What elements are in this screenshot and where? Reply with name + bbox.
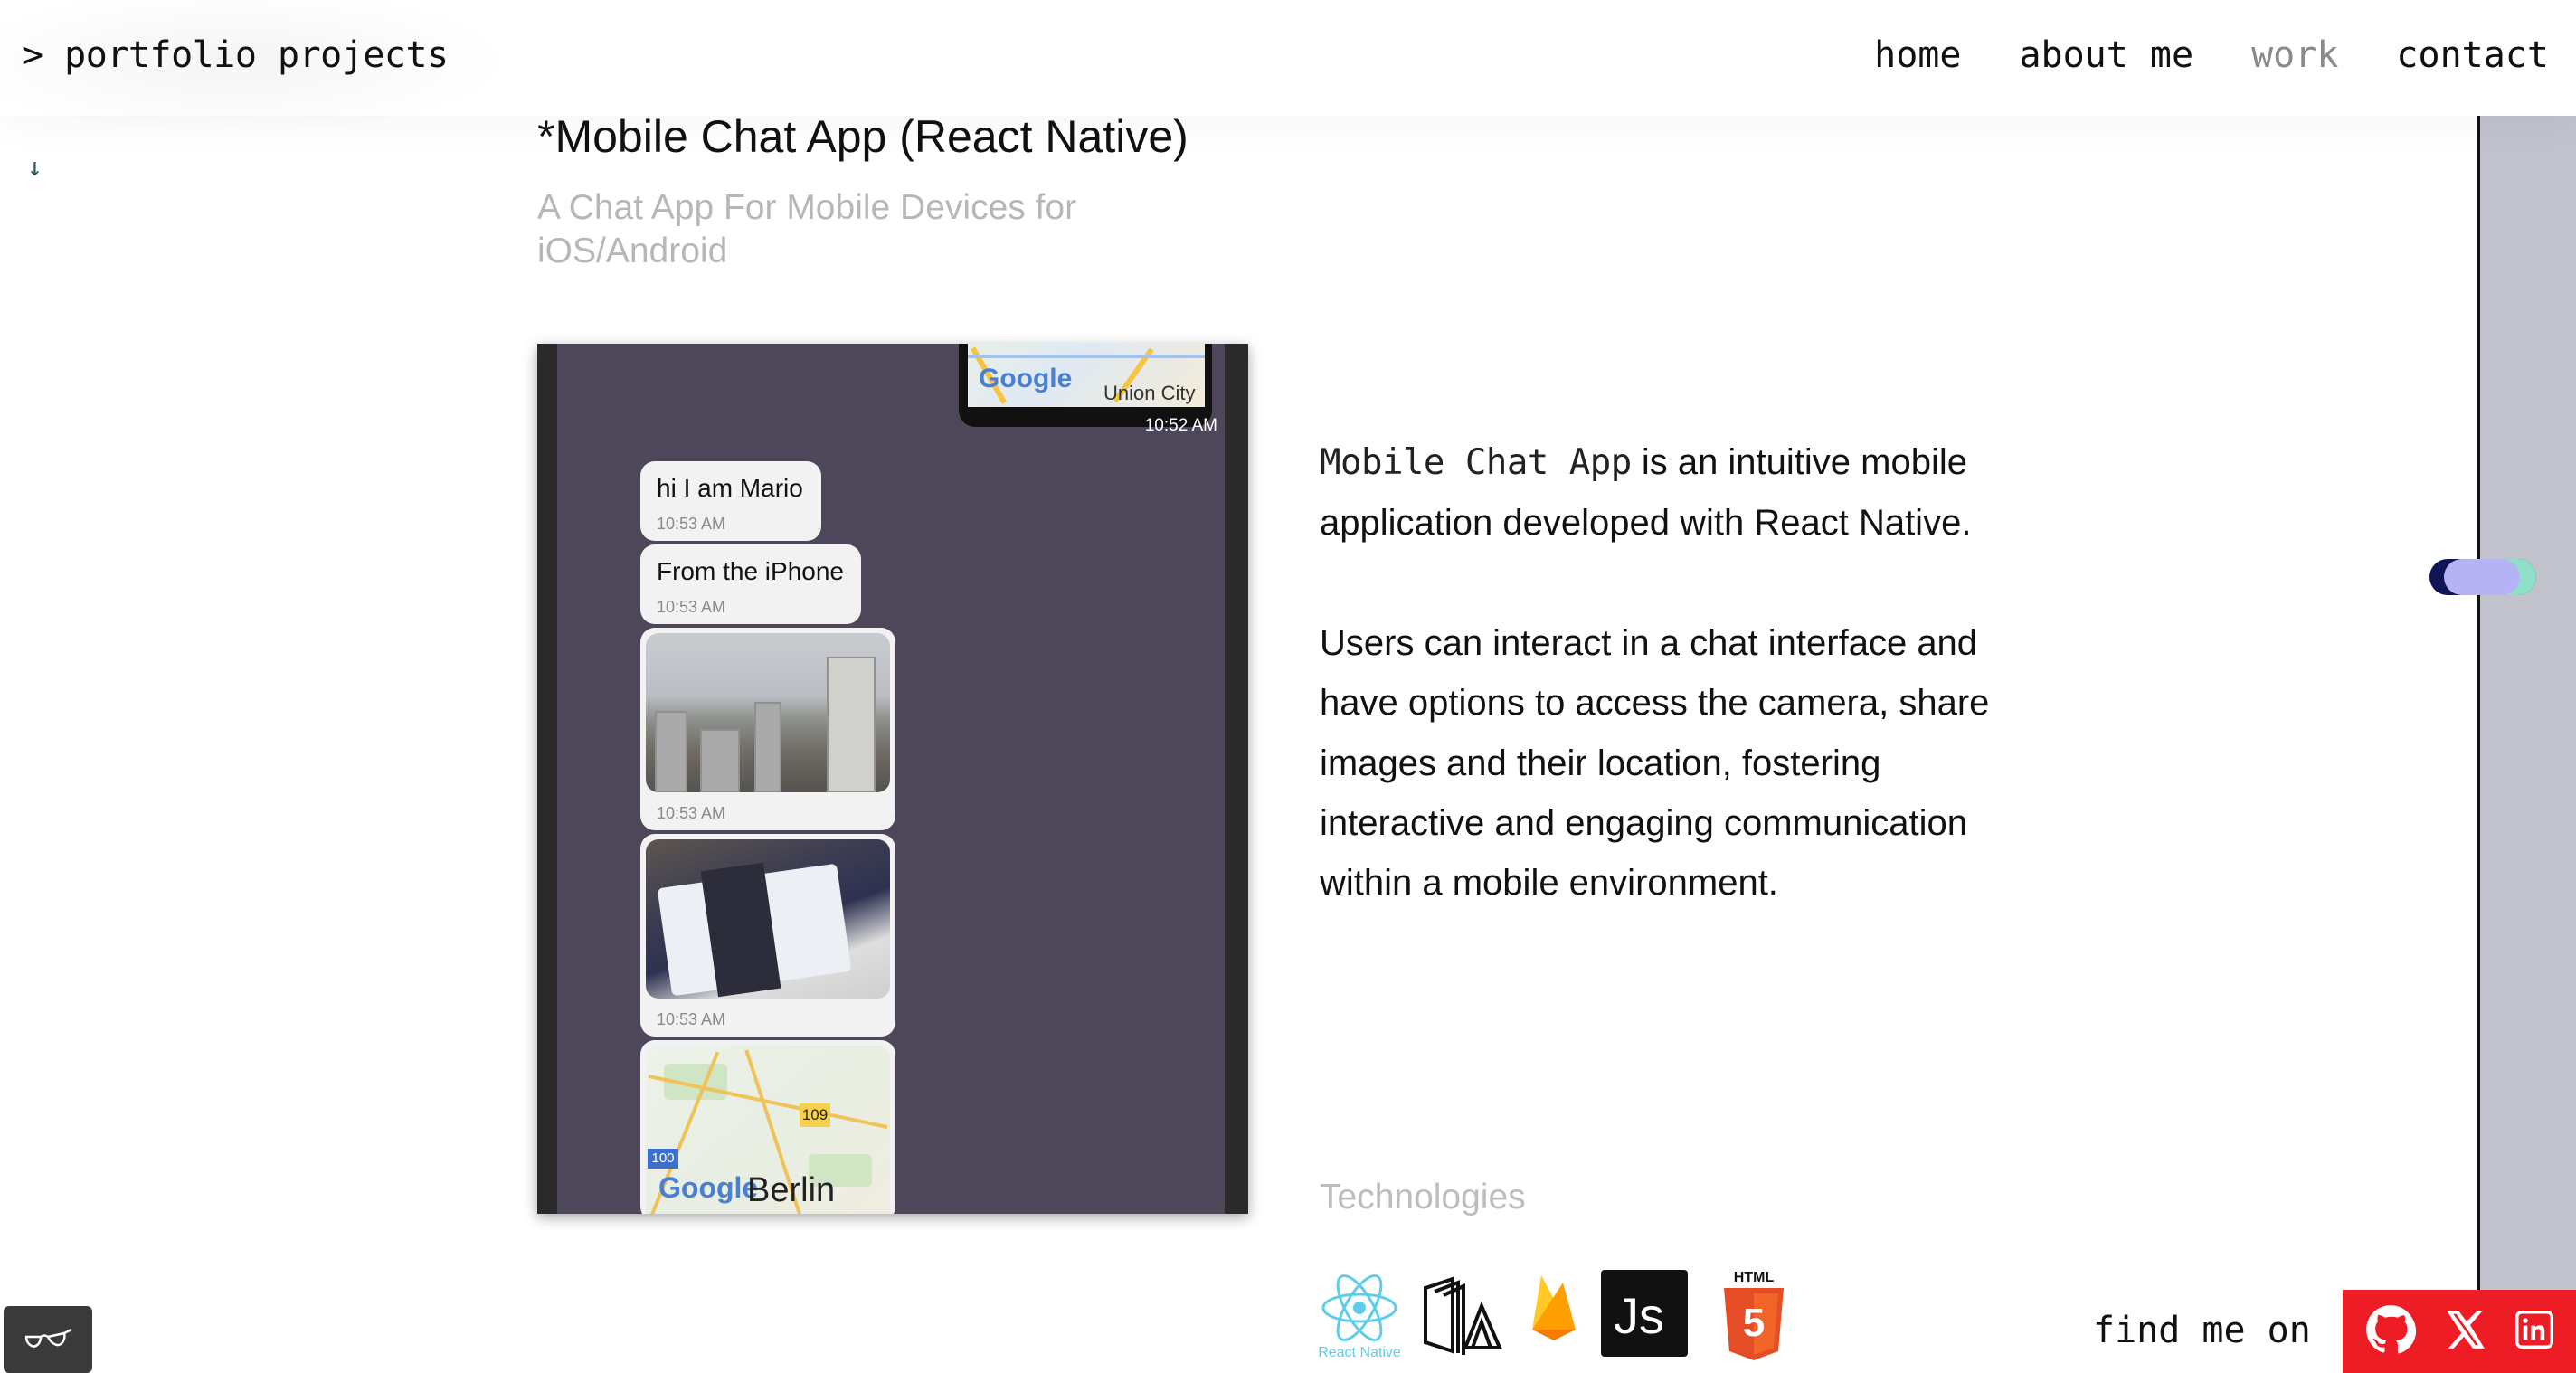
nav-home[interactable]: home [1874, 34, 1961, 76]
nav-about-me[interactable]: about me [2019, 34, 2193, 76]
laptop-photo [646, 839, 890, 999]
message-time: 10:52 AM [1144, 416, 1217, 435]
sent-map-preview: Google Union City [968, 344, 1205, 407]
js-label: Js [1614, 1287, 1664, 1344]
react-caption: React Native [1318, 1345, 1401, 1360]
chat-bubble: hi I am Mario 10:53 AM [640, 461, 821, 541]
map-city-label: Union City [1103, 382, 1196, 404]
app-screenshot: Google Union City 10:52 AM hi I am Mario… [537, 344, 1248, 1214]
chat-bubble: From the iPhone 10:53 AM [640, 544, 861, 624]
github-icon[interactable] [2365, 1304, 2417, 1359]
description-body: Users can interact in a chat interface a… [1320, 622, 1990, 904]
main-nav: home about me work contact [1874, 34, 2549, 76]
accessibility-glasses-button[interactable] [4, 1306, 92, 1373]
berlin-map: 109 100 Google Berlin [646, 1046, 890, 1214]
road-shield: 100 [648, 1149, 678, 1169]
firebase-icon [1527, 1270, 1581, 1360]
social-links [2343, 1290, 2576, 1373]
message-text: hi I am Mario [657, 474, 803, 502]
glasses-icon [24, 1328, 72, 1348]
description-intro: Mobile Chat App is an intuitive mobile a… [1320, 442, 1972, 544]
chat-image-bubble: 10:53 AM [640, 834, 895, 1037]
html5-caption: HTML [1733, 1270, 1775, 1285]
linkedin-icon[interactable] [2515, 1310, 2553, 1353]
project-description: Mobile Chat App is an intuitive mobile a… [1320, 432, 2043, 914]
html5-number: 5 [1742, 1301, 1766, 1345]
road-shield: 109 [800, 1103, 830, 1127]
expo-icon [1416, 1270, 1507, 1360]
site-header: > portfolio projects home about me work … [0, 0, 2576, 136]
side-rail [2477, 116, 2576, 1373]
chat-image-bubble: 10:53 AM [640, 628, 895, 830]
google-logo: Google [979, 364, 1073, 393]
message-text: From the iPhone [657, 557, 844, 585]
google-logo: Google [658, 1171, 759, 1204]
nav-work[interactable]: work [2251, 34, 2338, 76]
project-title: *Mobile Chat App (React Native) [537, 111, 1189, 162]
technologies-title: Technologies [1320, 1178, 1526, 1217]
theme-toggle[interactable] [2429, 559, 2536, 595]
chat-map-bubble: 109 100 Google Berlin [640, 1040, 895, 1214]
find-me-label: find me on [2093, 1310, 2311, 1351]
nav-contact[interactable]: contact [2396, 34, 2549, 76]
map-city-label: Berlin [747, 1171, 836, 1209]
city-photo [646, 633, 890, 792]
screenshot-edge-left [537, 344, 557, 1214]
screenshot-edge-right [1225, 344, 1248, 1214]
scroll-arrow-icon: ↓ [27, 152, 43, 182]
react-icon: React Native [1317, 1270, 1402, 1360]
message-time: 10:53 AM [657, 515, 726, 533]
html5-icon: HTML 5 [1720, 1270, 1787, 1360]
js-icon: Js [1601, 1270, 1688, 1360]
description-highlight: Mobile Chat App [1320, 442, 1632, 483]
site-brand[interactable]: > portfolio projects [22, 34, 449, 76]
message-time: 10:53 AM [657, 598, 726, 616]
message-time: 10:53 AM [657, 1010, 726, 1028]
x-icon[interactable] [2443, 1307, 2488, 1357]
message-time: 10:53 AM [657, 804, 726, 822]
project-subtitle: A Chat App For Mobile Devices for iOS/An… [537, 188, 1077, 270]
